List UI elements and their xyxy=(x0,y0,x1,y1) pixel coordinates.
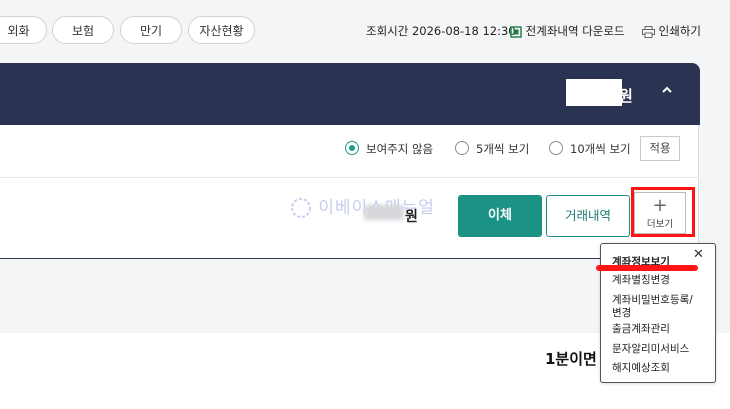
bottom-heading: 1분이면 xyxy=(545,350,597,368)
radio-show-10-label: 10개씩 보기 xyxy=(570,142,631,156)
radio-show-5-label: 5개씩 보기 xyxy=(476,142,530,156)
transaction-history-button[interactable]: 거래내역 xyxy=(546,195,630,237)
menu-item-sms-service[interactable]: 문자알리미서비스 xyxy=(612,343,689,356)
total-amount-unit: 원 xyxy=(619,87,633,105)
print-label: 인쇄하기 xyxy=(658,24,701,38)
apply-button[interactable]: 적용 xyxy=(640,136,680,161)
radio-hide[interactable] xyxy=(345,141,359,155)
excel-icon xyxy=(510,25,522,38)
masked-total-amount xyxy=(566,79,622,106)
tab-insurance[interactable]: 보험 xyxy=(52,16,114,44)
print-button[interactable]: 인쇄하기 xyxy=(642,23,701,39)
highlight-box xyxy=(631,187,695,237)
balance-unit: 원 xyxy=(405,209,418,225)
printer-icon xyxy=(642,25,655,38)
chevron-up-icon[interactable] xyxy=(661,84,673,100)
radio-show-5[interactable] xyxy=(455,141,469,155)
menu-item-change-alias[interactable]: 계좌별칭변경 xyxy=(612,274,670,287)
tab-asset-status[interactable]: 자산현황 xyxy=(188,16,255,44)
watermark-logo-icon xyxy=(291,198,311,218)
menu-item-password[interactable]: 계좌비밀번호등록/ 변경 xyxy=(612,294,693,320)
transfer-button[interactable]: 이체 xyxy=(458,195,542,237)
close-icon[interactable]: ✕ xyxy=(693,247,704,262)
masked-balance xyxy=(364,205,404,220)
download-label: 전계좌내역 다운로드 xyxy=(525,24,625,38)
tab-foreign-currency[interactable]: 외화 xyxy=(0,16,47,44)
menu-item-withdrawal-account[interactable]: 출금계좌관리 xyxy=(612,323,670,336)
download-all-button[interactable]: 전계좌내역 다운로드 xyxy=(510,23,625,39)
tab-maturity[interactable]: 만기 xyxy=(120,16,182,44)
radio-hide-label: 보여주지 않음 xyxy=(366,142,434,156)
query-time: 조회시간 2026-08-18 12:30 xyxy=(366,24,516,38)
menu-item-termination-estimate[interactable]: 해지예상조회 xyxy=(612,362,670,375)
radio-show-10[interactable] xyxy=(549,141,563,155)
highlight-underline xyxy=(596,265,698,271)
divider xyxy=(0,177,699,178)
